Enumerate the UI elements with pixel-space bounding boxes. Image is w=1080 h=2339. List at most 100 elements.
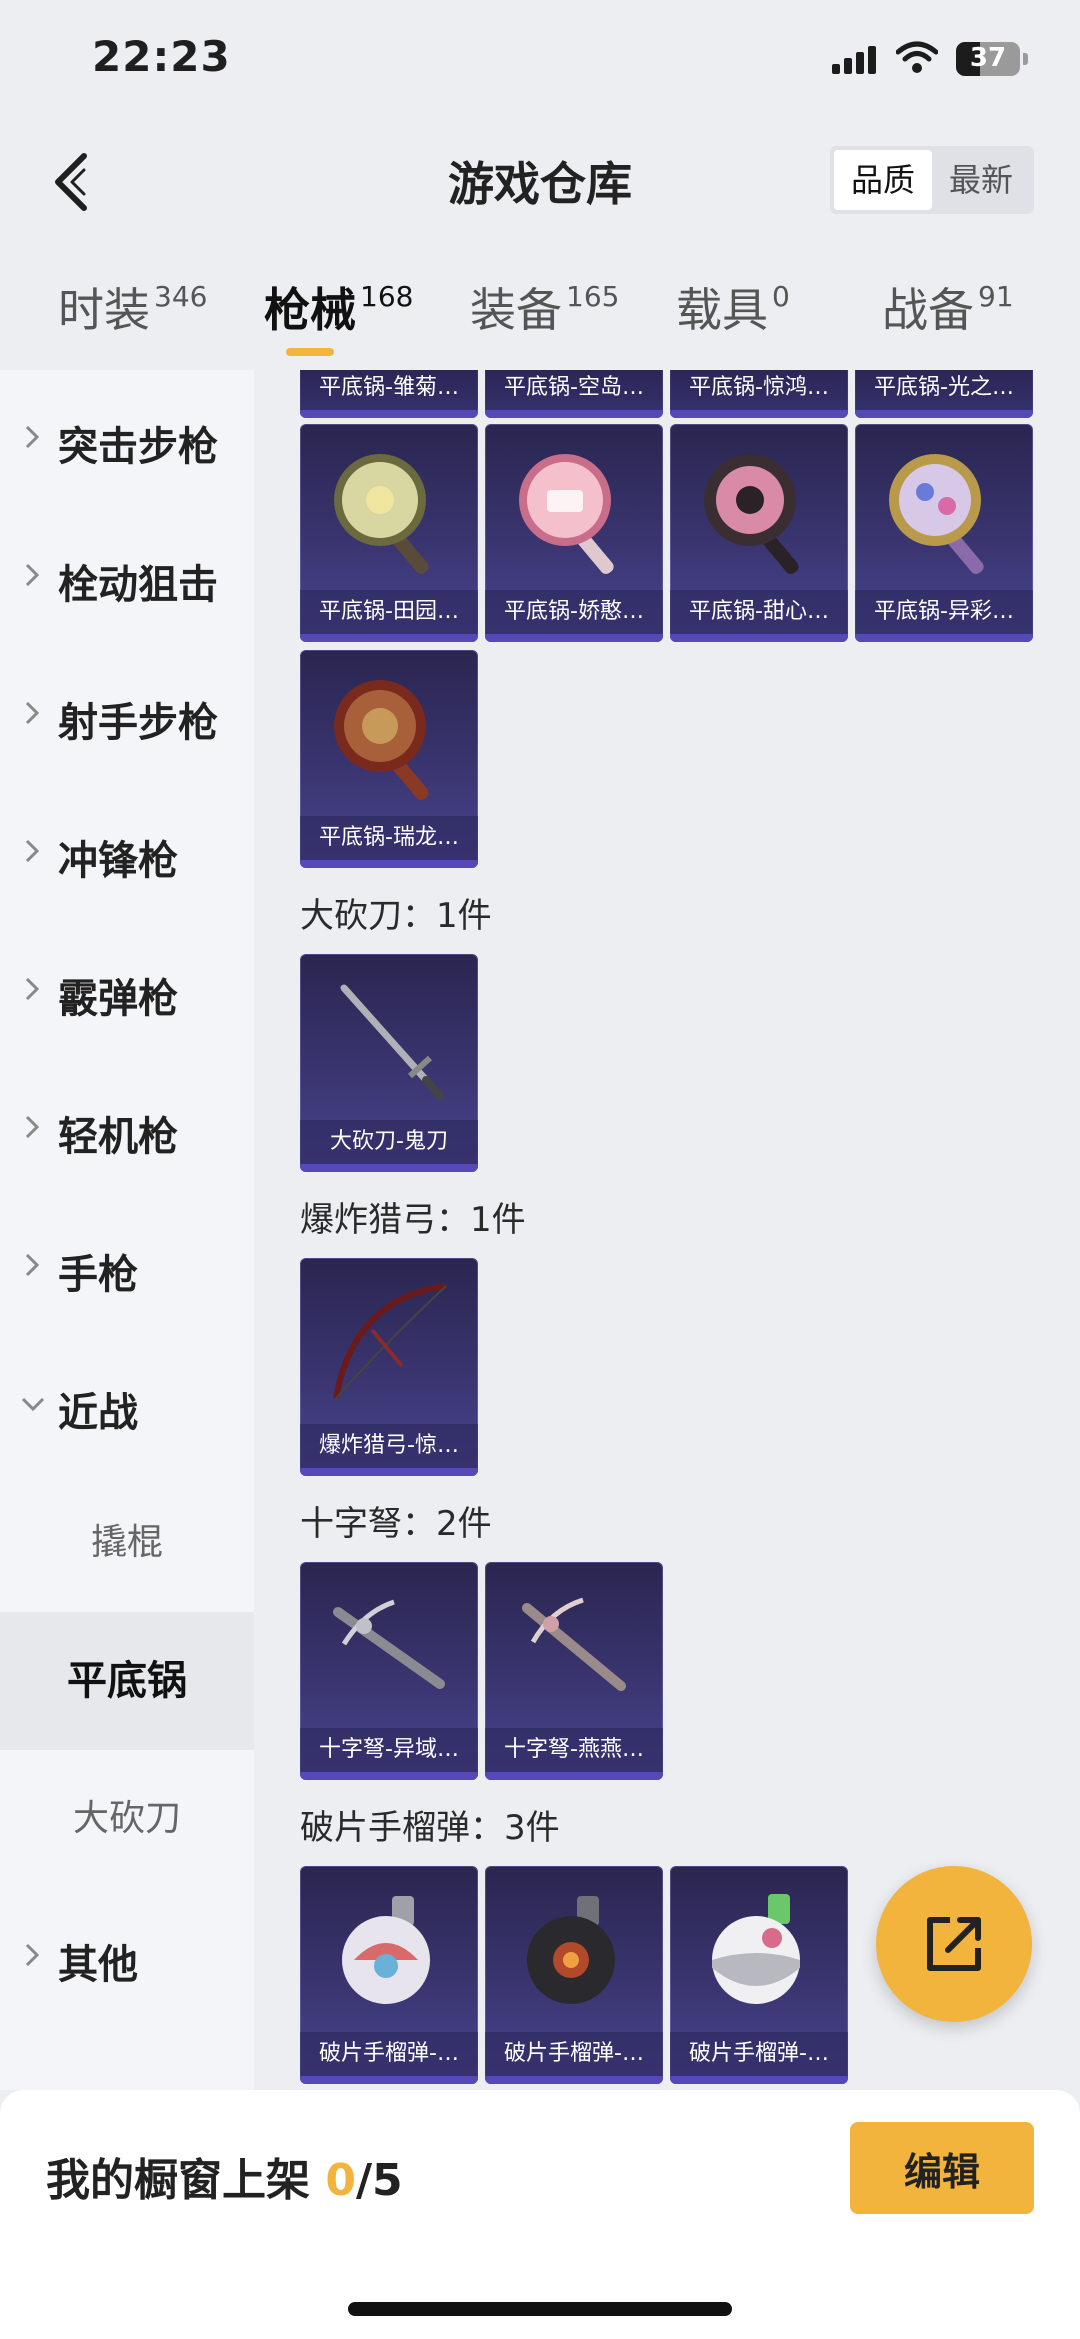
tab-guns[interactable]: 枪械 168 (264, 274, 413, 340)
tab-count: 91 (978, 280, 1014, 313)
sidebar-item-label: 手枪 (58, 1252, 138, 1298)
sidebar-item-label: 突击步枪 (58, 424, 218, 470)
tab-count: 168 (360, 280, 414, 313)
frying-pan-icon (519, 454, 614, 574)
frying-pan-icon (334, 680, 429, 800)
tab-label: 战备 (882, 283, 974, 337)
item-name: 平底锅-惊鸿… (670, 370, 848, 410)
sidebar-item-label: 其他 (58, 1942, 138, 1988)
tab-fashion[interactable]: 时装 346 (58, 274, 207, 340)
machete-icon (340, 984, 444, 1100)
wifi-icon (896, 41, 938, 73)
sort-option-quality[interactable]: 品质 (834, 150, 932, 210)
item-name: 破片手榴弹-… (300, 2032, 478, 2076)
item-card[interactable]: 破片手榴弹-… (485, 1866, 663, 2084)
item-grid: 平底锅-雏菊… 平底锅-空岛… 平底锅-惊鸿… 平底锅-光之… 平底锅-田园… … (254, 370, 1080, 2090)
item-card[interactable]: 平底锅-异彩… (855, 424, 1033, 642)
item-name: 十字弩-异域… (300, 1728, 478, 1772)
tab-count: 165 (566, 280, 620, 313)
item-name: 平底锅-雏菊… (300, 370, 478, 410)
item-card[interactable]: 十字弩-燕燕… (485, 1562, 663, 1780)
sidebar-item-shotgun[interactable]: 霰弹枪 (0, 922, 254, 1060)
sidebar-item-smg[interactable]: 冲锋枪 (0, 784, 254, 922)
sidebar-item-marksman-rifle[interactable]: 射手步枪 (0, 646, 254, 784)
chevron-right-icon (25, 425, 40, 449)
chevron-right-icon (25, 839, 40, 863)
item-card[interactable]: 大砍刀-鬼刀 (300, 954, 478, 1172)
item-name: 平底锅-光之… (855, 370, 1033, 410)
home-indicator[interactable] (348, 2302, 732, 2316)
status-bar: 22:23 37 (0, 0, 1080, 120)
tab-count: 346 (154, 280, 208, 313)
item-card[interactable]: 爆炸猎弓-惊… (300, 1258, 478, 1476)
item-card[interactable]: 平底锅-甜心… (670, 424, 848, 642)
grenade-icon (712, 1894, 800, 2004)
section-title: 大砍刀：1件 (300, 896, 492, 936)
item-card[interactable]: 破片手榴弹-… (300, 1866, 478, 2084)
edit-button[interactable]: 编辑 (850, 2122, 1034, 2214)
nav-header: 游戏仓库 品质 最新 (0, 120, 1080, 240)
sidebar-subitem-frying-pan[interactable]: 平底锅 (0, 1612, 254, 1750)
crossbow-icon (522, 1597, 626, 1691)
item-card[interactable]: 平底锅-惊鸿… (670, 370, 848, 418)
sidebar-subitem-machete[interactable]: 大砍刀 (0, 1750, 254, 1888)
chevron-right-icon (25, 563, 40, 587)
sort-option-newest[interactable]: 最新 (932, 150, 1030, 210)
sidebar-item-label: 栓动狙击 (58, 562, 218, 608)
item-card[interactable]: 十字弩-异域… (300, 1562, 478, 1780)
crossbow-icon (333, 1599, 445, 1689)
frying-pan-icon (889, 454, 984, 574)
chevron-down-icon (21, 1397, 45, 1412)
item-card[interactable]: 平底锅-空岛… (485, 370, 663, 418)
category-tabs: 时装 346 枪械 168 装备 165 载具 0 战备 91 (0, 250, 1080, 368)
share-button[interactable] (876, 1866, 1032, 2022)
item-card[interactable]: 平底锅-光之… (855, 370, 1033, 418)
tab-label: 载具 (676, 283, 768, 337)
chevron-right-icon (25, 1943, 40, 1967)
section-title: 破片手榴弹：3件 (300, 1808, 560, 1848)
chevron-right-icon (25, 977, 40, 1001)
sort-toggle: 品质 最新 (830, 146, 1034, 214)
item-card[interactable]: 破片手榴弹-… (670, 1866, 848, 2084)
chevron-right-icon (25, 1115, 40, 1139)
sidebar-item-other[interactable]: 其他 (0, 1888, 254, 2026)
active-tab-indicator (286, 348, 334, 356)
section-title: 十字弩：2件 (300, 1504, 492, 1544)
sidebar-item-label: 轻机枪 (58, 1114, 178, 1160)
sidebar-item-lmg[interactable]: 轻机枪 (0, 1060, 254, 1198)
sidebar-subitem-crowbar[interactable]: 撬棍 (0, 1474, 254, 1612)
item-name: 平底锅-异彩… (855, 590, 1033, 634)
sidebar-item-melee[interactable]: 近战 (0, 1336, 254, 1474)
item-card[interactable]: 平底锅-雏菊… (300, 370, 478, 418)
item-card[interactable]: 平底锅-田园… (300, 424, 478, 642)
item-card[interactable]: 平底锅-瑞龙… (300, 650, 478, 868)
cellular-signal-icon (832, 46, 876, 74)
item-name: 爆炸猎弓-惊… (300, 1424, 478, 1468)
item-card[interactable]: 平底锅-娇憨… (485, 424, 663, 642)
sidebar-item-pistol[interactable]: 手枪 (0, 1198, 254, 1336)
sidebar-item-assault-rifle[interactable]: 突击步枪 (0, 370, 254, 508)
tab-label: 装备 (470, 283, 562, 337)
sidebar-item-label: 冲锋枪 (58, 838, 178, 884)
item-name: 破片手榴弹-… (670, 2032, 848, 2076)
sidebar-item-label: 霰弹枪 (58, 976, 178, 1022)
frying-pan-icon (334, 454, 429, 574)
shelf-label: 我的橱窗上架 (46, 2155, 310, 2206)
sidebar: 突击步枪 栓动狙击 射手步枪 冲锋枪 霰弹枪 轻机枪 手枪 近战 撬棍 平底锅 … (0, 370, 254, 2090)
item-name: 十字弩-燕燕… (485, 1728, 663, 1772)
tab-vehicles[interactable]: 载具 0 (676, 274, 790, 340)
tab-equipment[interactable]: 装备 165 (470, 274, 619, 340)
item-name: 破片手榴弹-… (485, 2032, 663, 2076)
status-time: 22:23 (92, 32, 231, 81)
item-name: 平底锅-田园… (300, 590, 478, 634)
item-name: 大砍刀-鬼刀 (300, 1120, 478, 1164)
grenade-icon (527, 1896, 615, 2004)
tab-supplies[interactable]: 战备 91 (882, 274, 1014, 340)
sidebar-item-bolt-sniper[interactable]: 栓动狙击 (0, 508, 254, 646)
item-name: 平底锅-瑞龙… (300, 816, 478, 860)
tab-label: 时装 (58, 283, 150, 337)
battery-level: 37 (969, 43, 1007, 73)
chevron-right-icon (25, 701, 40, 725)
section-title: 爆炸猎弓：1件 (300, 1200, 526, 1240)
item-name: 平底锅-空岛… (485, 370, 663, 410)
